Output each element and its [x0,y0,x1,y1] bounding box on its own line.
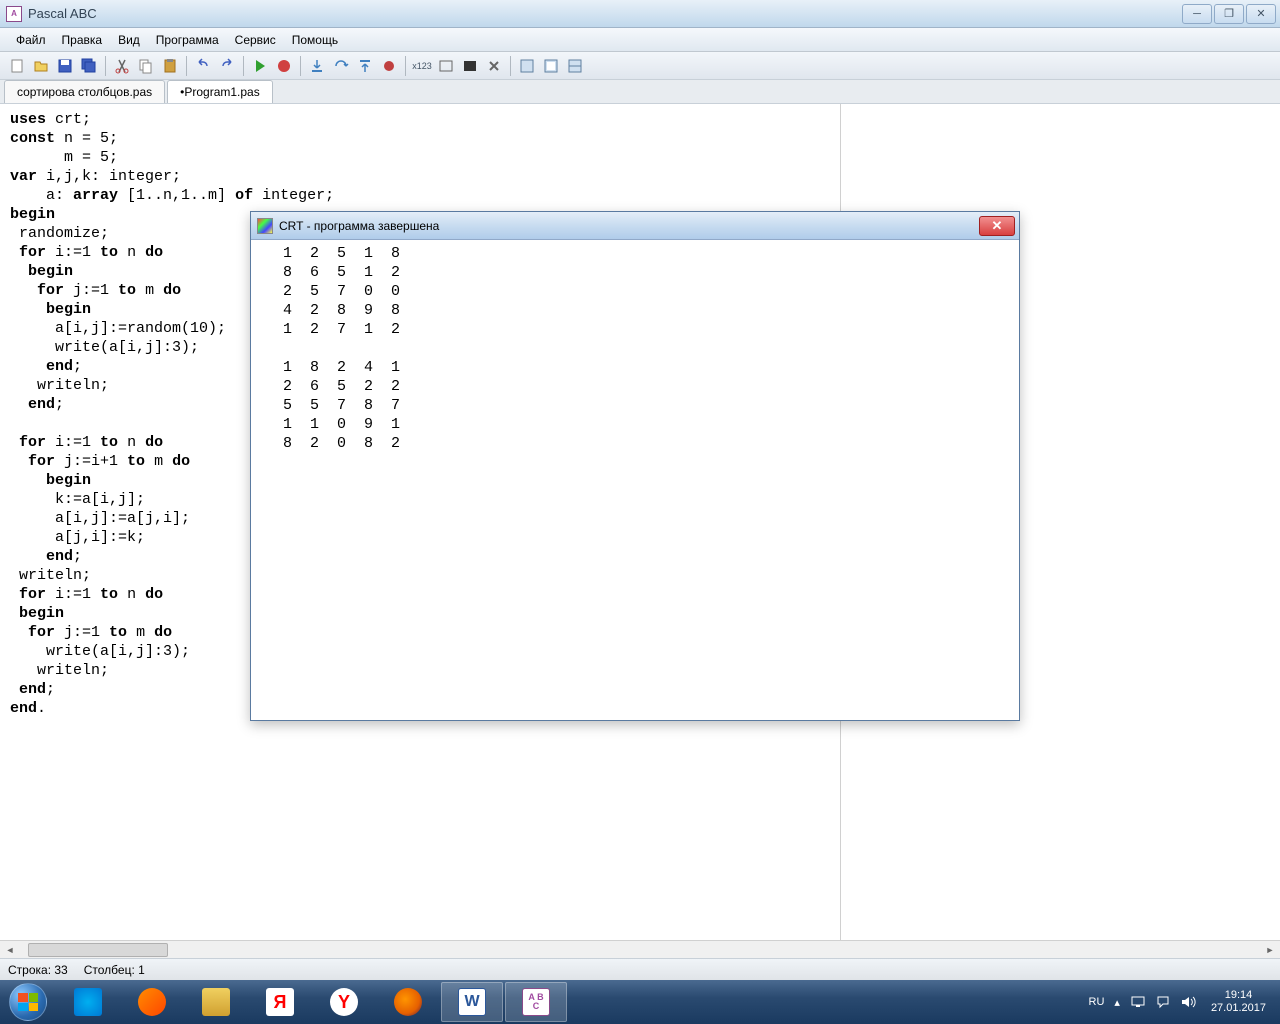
maximize-button[interactable]: ❐ [1214,4,1244,24]
tray-date: 27.01.2017 [1211,1002,1266,1015]
tab-sortirova[interactable]: сортирова столбцов.pas [4,80,165,103]
horizontal-scrollbar[interactable]: ◄ ► [0,940,1280,958]
task-skype[interactable] [57,982,119,1022]
menu-program[interactable]: Программа [148,30,227,50]
scroll-left-arrow[interactable]: ◄ [2,942,18,958]
run-button[interactable] [249,55,271,77]
crt-output-window[interactable]: CRT - программа завершена ✕ 1 2 5 1 8 8 … [250,211,1020,721]
form-button[interactable] [516,55,538,77]
tray-language[interactable]: RU [1084,996,1110,1008]
tray-network-icon[interactable] [1125,995,1151,1009]
tray-action-center-icon[interactable] [1151,995,1175,1009]
crt-title: CRT - программа завершена [279,219,439,233]
status-column: Столбец: 1 [84,963,145,977]
save-button[interactable] [54,55,76,77]
task-pascal-abc[interactable]: A BC [505,982,567,1022]
step-out-button[interactable] [354,55,376,77]
crt-icon [257,218,273,234]
statusbar: Строка: 33 Столбец: 1 [0,958,1280,980]
tray-time: 19:14 [1211,989,1266,1002]
app-icon: A [6,6,22,22]
menu-help[interactable]: Помощь [284,30,346,50]
titlebar[interactable]: A Pascal ABC ─ ❐ ✕ [0,0,1280,28]
tray-clock[interactable]: 19:14 27.01.2017 [1201,989,1276,1015]
tabbar: сортирова столбцов.pas •Program1.pas [0,80,1280,104]
tab-program1[interactable]: •Program1.pas [167,80,273,103]
start-button[interactable] [0,980,56,1024]
toolbar: x123 [0,52,1280,80]
minimize-button[interactable]: ─ [1182,4,1212,24]
breakpoint-button[interactable] [378,55,400,77]
crt-output: 1 2 5 1 8 8 6 5 1 2 2 5 7 0 0 4 2 8 9 8 … [251,240,1019,720]
taskbar: Я Y W A BC RU ▴ 19:14 27.01.2017 [0,980,1280,1024]
output-window-button[interactable] [435,55,457,77]
menu-edit[interactable]: Правка [54,30,111,50]
crt-titlebar[interactable]: CRT - программа завершена ✕ [251,212,1019,240]
menubar: Файл Правка Вид Программа Сервис Помощь [0,28,1280,52]
stop-button[interactable] [273,55,295,77]
copy-button[interactable] [135,55,157,77]
cut-button[interactable] [111,55,133,77]
undo-button[interactable] [192,55,214,77]
system-tray: RU ▴ 19:14 27.01.2017 [1084,989,1280,1015]
watch-button[interactable]: x123 [411,55,433,77]
task-firefox[interactable] [377,982,439,1022]
console-button[interactable] [459,55,481,77]
form2-button[interactable] [540,55,562,77]
save-all-button[interactable] [78,55,100,77]
new-file-button[interactable] [6,55,28,77]
task-media-player[interactable] [121,982,183,1022]
close-button[interactable]: ✕ [1246,4,1276,24]
windows-orb-icon [9,983,47,1021]
scrollbar-thumb[interactable] [28,943,168,957]
paste-button[interactable] [159,55,181,77]
tray-volume-icon[interactable] [1175,995,1201,1009]
clear-button[interactable] [483,55,505,77]
task-yandex-browser[interactable]: Y [313,982,375,1022]
task-yandex[interactable]: Я [249,982,311,1022]
menu-service[interactable]: Сервис [227,30,284,50]
crt-close-button[interactable]: ✕ [979,216,1015,236]
step-over-button[interactable] [330,55,352,77]
redo-button[interactable] [216,55,238,77]
scroll-right-arrow[interactable]: ► [1262,942,1278,958]
open-file-button[interactable] [30,55,52,77]
window-title: Pascal ABC [28,6,97,21]
form3-button[interactable] [564,55,586,77]
menu-file[interactable]: Файл [8,30,54,50]
task-word[interactable]: W [441,982,503,1022]
menu-view[interactable]: Вид [110,30,148,50]
task-explorer[interactable] [185,982,247,1022]
tray-show-hidden-icon[interactable]: ▴ [1109,996,1125,1009]
status-line: Строка: 33 [8,963,68,977]
step-into-button[interactable] [306,55,328,77]
